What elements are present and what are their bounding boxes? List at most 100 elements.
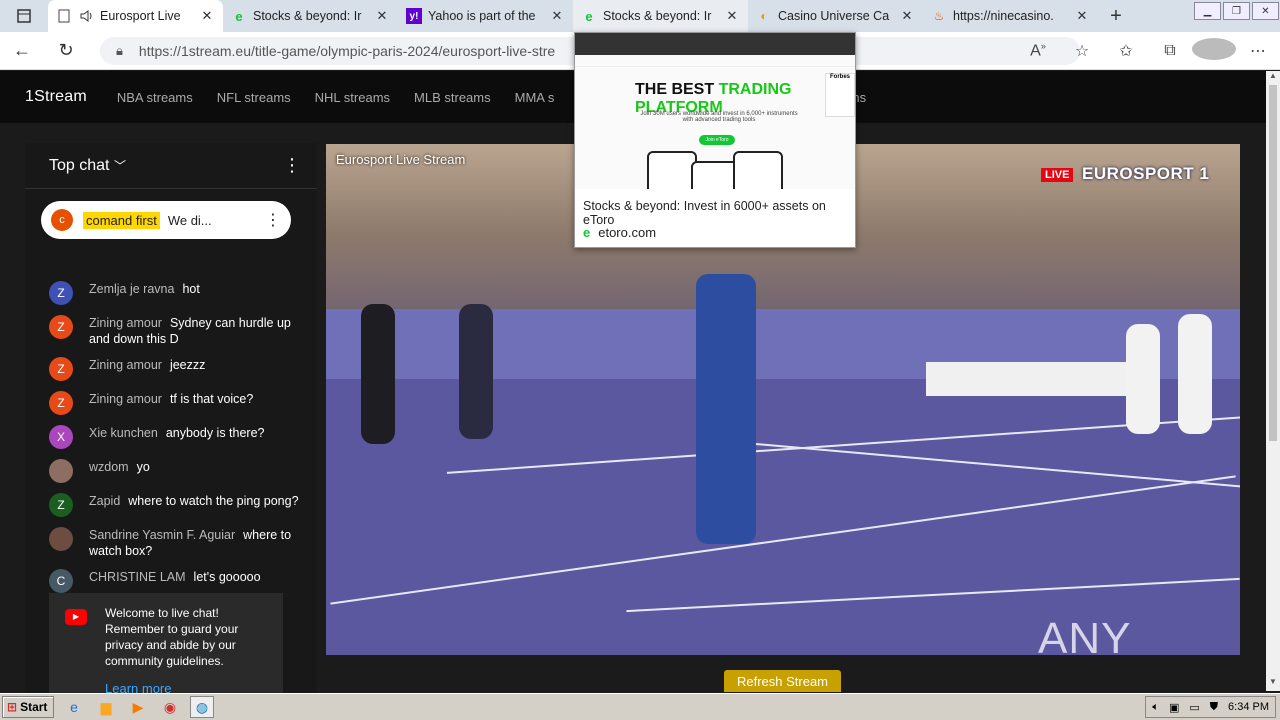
tab-casino[interactable]: ◐ Casino Universe Ca ✕	[748, 0, 923, 32]
collections-icon[interactable]: ⧉	[1148, 42, 1192, 60]
etoro-icon: e	[235, 8, 243, 24]
more-menu-icon[interactable]: ⋯	[1236, 41, 1280, 61]
avatar[interactable]: C	[49, 569, 73, 593]
nav-nhl[interactable]: NHL streams	[315, 90, 390, 105]
document-icon	[56, 8, 72, 24]
tab-yahoo[interactable]: y! Yahoo is part of the ✕	[398, 0, 573, 32]
chat-author[interactable]: Sandrine Yasmin F. Aguiar	[89, 528, 235, 542]
maximize-icon[interactable]: ❐	[1223, 2, 1250, 20]
page-scrollbar[interactable]: ▲ ▼	[1266, 71, 1280, 691]
chat-message-body: Zining amour Sydney can hurdle up and dow…	[89, 315, 311, 347]
nav-mma[interactable]: MMA s	[515, 90, 555, 105]
refresh-stream-button[interactable]: Refresh Stream	[724, 670, 841, 692]
chat-author[interactable]: wzdom	[89, 460, 129, 474]
url-text: https://1stream.eu/title-game/olympic-pa…	[138, 43, 556, 59]
avatar[interactable]: Z	[49, 391, 73, 415]
minimize-icon[interactable]: ▁	[1194, 2, 1221, 20]
chrome-icon[interactable]: ◉	[158, 696, 182, 718]
folder-icon[interactable]: ▆	[94, 696, 118, 718]
etoro-icon: e	[585, 8, 593, 24]
chat-mode-dropdown[interactable]: Top chat ﹀	[49, 157, 126, 175]
pinned-message[interactable]: c comand first We di... ⋮	[41, 201, 291, 239]
tab-actions-menu-icon[interactable]	[0, 0, 48, 32]
tab-title: https://ninecasino.	[953, 9, 1054, 23]
add-favorite-icon[interactable]: ☆	[1060, 41, 1104, 61]
lock-icon[interactable]: 🔒︎	[116, 43, 123, 59]
tab-etoro-2[interactable]: e Stocks & beyond: Ir ✕	[573, 0, 748, 32]
start-button[interactable]: ⊞ Start	[2, 696, 54, 718]
window-controls: ▁ ❐ ✕	[1193, 0, 1280, 22]
chat-author[interactable]: Xie kunchen	[89, 426, 158, 440]
close-tab-icon[interactable]: ✕	[899, 8, 915, 24]
close-tab-icon[interactable]: ✕	[1074, 8, 1090, 24]
back-icon[interactable]: ←	[0, 32, 44, 70]
nav-nfl[interactable]: NFL streams	[217, 90, 291, 105]
chat-author[interactable]: Zining amour	[89, 316, 162, 330]
scroll-up-icon[interactable]: ▲	[1266, 71, 1280, 85]
profile-avatar[interactable]	[1192, 37, 1236, 65]
chat-author[interactable]: Zapid	[89, 494, 120, 508]
tab-etoro-1[interactable]: e Stocks & beyond: Ir ✕	[223, 0, 398, 32]
favorites-icon[interactable]: ✩	[1104, 41, 1148, 61]
site-logo[interactable]: 1Stream	[25, 88, 87, 106]
chat-message: Z Zapid where to watch the ping pong?	[49, 493, 311, 517]
speaker-icon[interactable]	[78, 8, 94, 24]
channel-logo: EUROSPORT 1	[1082, 164, 1210, 183]
close-tab-icon[interactable]: ✕	[724, 8, 740, 24]
close-window-icon[interactable]: ✕	[1252, 2, 1279, 20]
chat-message-body: Xie kunchen anybody is there?	[89, 425, 265, 449]
chat-text: jeezzz	[169, 358, 206, 372]
welcome-notice: ▶ Welcome to live chat! Remember to guar…	[49, 593, 283, 693]
athlete-figure	[696, 274, 756, 544]
avatar[interactable]: Z	[49, 281, 73, 305]
casino-icon: ◐	[760, 9, 768, 23]
scroll-down-icon[interactable]: ▼	[1266, 677, 1280, 691]
welcome-text: Welcome to live chat! Remember to guard …	[105, 606, 239, 668]
edge-icon[interactable]: ◍	[190, 696, 214, 718]
avatar[interactable]: Z	[49, 357, 73, 381]
shield-icon[interactable]: ⛊	[1210, 701, 1218, 714]
forbes-badge: Forbes	[825, 73, 855, 117]
tab-ninecasino[interactable]: ♨ https://ninecasino. ✕	[923, 0, 1098, 32]
chat-author[interactable]: Zining amour	[89, 392, 162, 406]
close-tab-icon[interactable]: ✕	[374, 8, 390, 24]
pinned-menu-icon[interactable]: ⋮	[265, 210, 281, 230]
refresh-icon[interactable]: ↻	[44, 32, 88, 70]
avatar[interactable]: Z	[49, 315, 73, 339]
display-icon[interactable]: ▭	[1189, 701, 1199, 714]
athlete-figure	[459, 304, 493, 439]
media-player-icon[interactable]: ▶	[126, 696, 150, 718]
chat-message: wzdom yo	[49, 459, 311, 483]
chat-message-body: Zining amour jeezzz	[89, 357, 205, 381]
ie-icon[interactable]: e	[62, 696, 86, 718]
chat-message: Z Zining amour Sydney can hurdle up and do…	[49, 315, 311, 347]
chat-menu-icon[interactable]: ⋮	[283, 155, 301, 176]
clock[interactable]: 6:34 PM	[1228, 701, 1269, 713]
chat-author[interactable]: CHRISTINE LAM	[89, 570, 186, 584]
preview-subtext: Join 30M users worldwide and invest in 6…	[640, 111, 798, 123]
new-tab-icon[interactable]: +	[1098, 0, 1134, 32]
network-icon[interactable]: ▣	[1169, 701, 1179, 714]
nav-mlb[interactable]: MLB streams	[414, 90, 491, 105]
volume-icon[interactable]: 🔈︎	[1152, 701, 1159, 714]
avatar[interactable]	[49, 527, 73, 551]
tab-eurosport[interactable]: Eurosport Live ✕	[48, 0, 223, 32]
tab-hover-preview[interactable]: THE BEST TRADING PLATFORM Join 30M users…	[574, 32, 856, 248]
chat-text: anybody is there?	[165, 426, 265, 440]
preview-thumbnail: THE BEST TRADING PLATFORM Join 30M users…	[575, 33, 855, 189]
pinned-author: comand first	[83, 211, 160, 229]
avatar[interactable]	[49, 459, 73, 483]
avatar[interactable]: X	[49, 425, 73, 449]
scrollbar-thumb[interactable]	[1269, 85, 1277, 441]
close-tab-icon[interactable]: ✕	[199, 8, 215, 24]
learn-more-link[interactable]: Learn more	[105, 681, 273, 693]
chat-author[interactable]: Zining amour	[89, 358, 162, 372]
avatar[interactable]: Z	[49, 493, 73, 517]
close-tab-icon[interactable]: ✕	[549, 8, 565, 24]
nav-nba[interactable]: NBA streams	[117, 90, 193, 105]
read-aloud-icon[interactable]: A»	[1016, 41, 1060, 60]
chat-author[interactable]: Zemlja je ravna	[89, 282, 174, 296]
browser-toolbar: A» ☆ ✩ ⧉ ⋯	[1016, 32, 1280, 70]
chat-message-list: Z Zemlja je ravna hot Z Zining amour Sydney c…	[49, 281, 311, 603]
system-tray: 🔈︎ ▣ ▭ ⛊ 6:34 PM	[1145, 696, 1276, 718]
